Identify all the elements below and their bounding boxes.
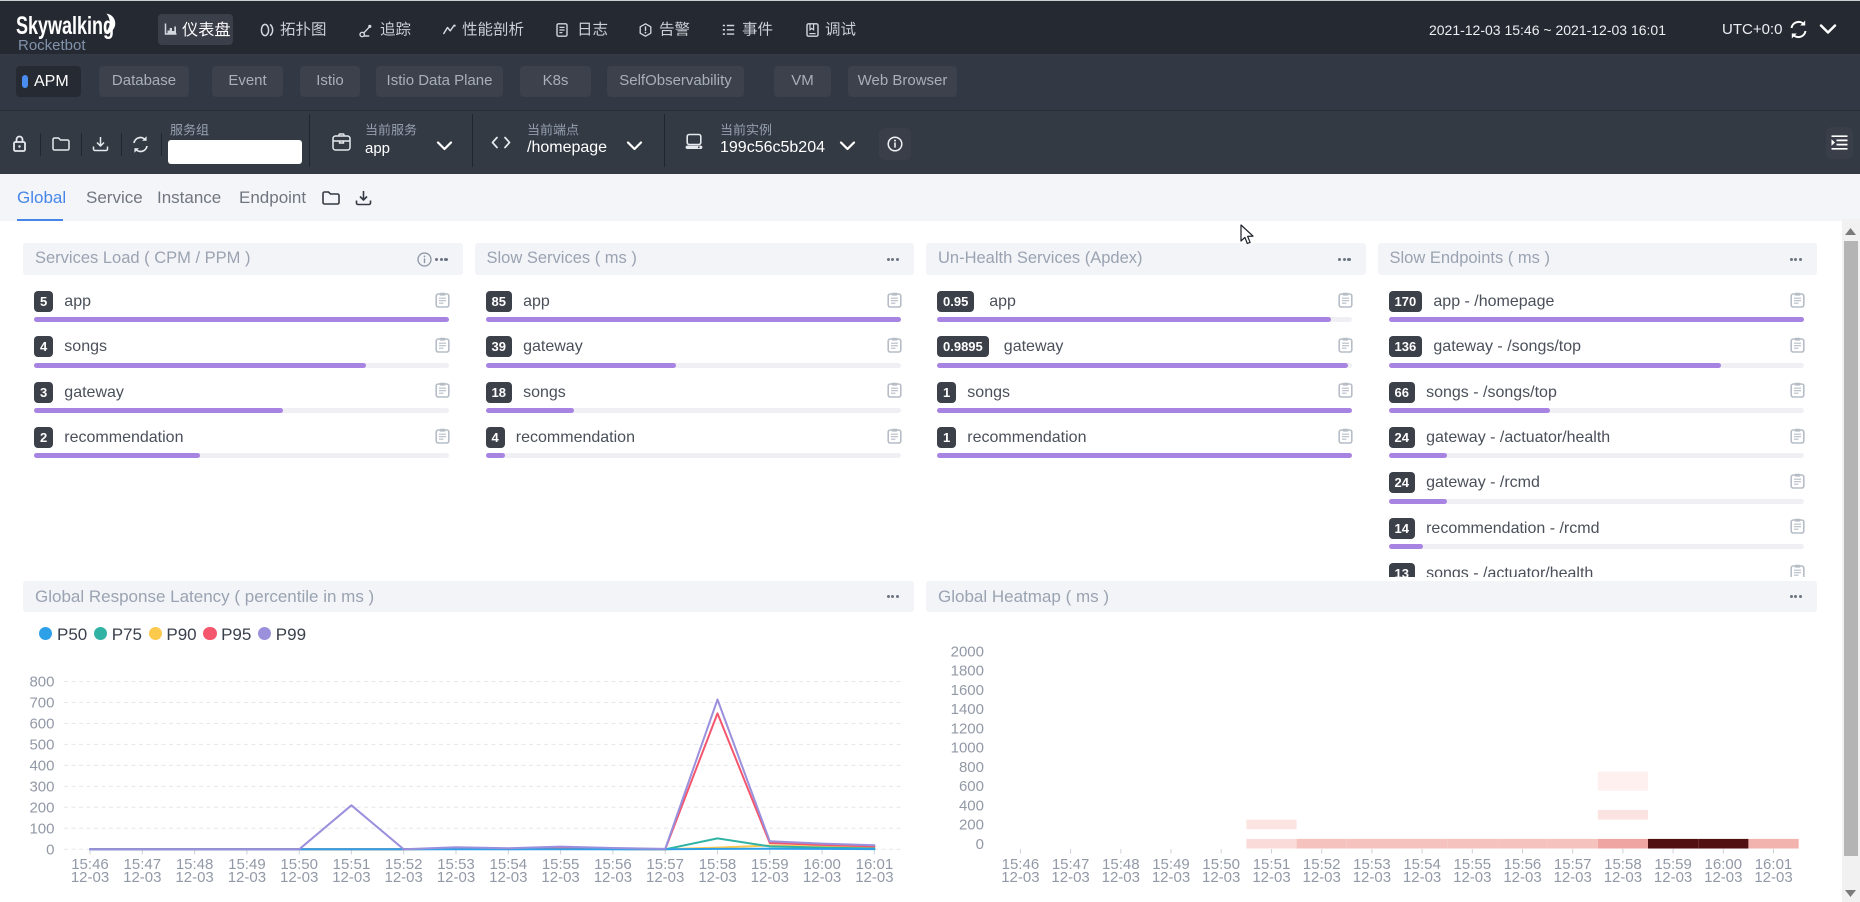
svg-text:12-03: 12-03 bbox=[1704, 869, 1742, 886]
svg-text:200: 200 bbox=[959, 817, 984, 834]
svg-text:2000: 2000 bbox=[951, 643, 984, 660]
svg-text:12-03: 12-03 bbox=[1202, 869, 1240, 886]
svg-text:1200: 1200 bbox=[951, 720, 984, 737]
svg-text:12-03: 12-03 bbox=[1503, 869, 1541, 886]
svg-text:1600: 1600 bbox=[951, 682, 984, 699]
svg-text:12-03: 12-03 bbox=[1604, 869, 1642, 886]
svg-text:1400: 1400 bbox=[951, 701, 984, 718]
svg-text:12-03: 12-03 bbox=[1403, 869, 1441, 886]
svg-text:0: 0 bbox=[976, 836, 984, 853]
svg-text:12-03: 12-03 bbox=[1051, 869, 1089, 886]
svg-text:12-03: 12-03 bbox=[1303, 869, 1341, 886]
svg-text:12-03: 12-03 bbox=[1754, 869, 1792, 886]
svg-text:12-03: 12-03 bbox=[1102, 869, 1140, 886]
svg-text:12-03: 12-03 bbox=[1152, 869, 1190, 886]
svg-text:12-03: 12-03 bbox=[1001, 869, 1039, 886]
svg-text:12-03: 12-03 bbox=[1654, 869, 1692, 886]
svg-text:800: 800 bbox=[959, 759, 984, 776]
svg-text:12-03: 12-03 bbox=[1453, 869, 1491, 886]
svg-text:600: 600 bbox=[959, 778, 984, 795]
svg-text:1000: 1000 bbox=[951, 740, 984, 757]
svg-text:400: 400 bbox=[959, 797, 984, 814]
svg-text:12-03: 12-03 bbox=[1554, 869, 1592, 886]
svg-text:12-03: 12-03 bbox=[1353, 869, 1391, 886]
svg-text:1800: 1800 bbox=[951, 663, 984, 680]
svg-text:12-03: 12-03 bbox=[1252, 869, 1290, 886]
